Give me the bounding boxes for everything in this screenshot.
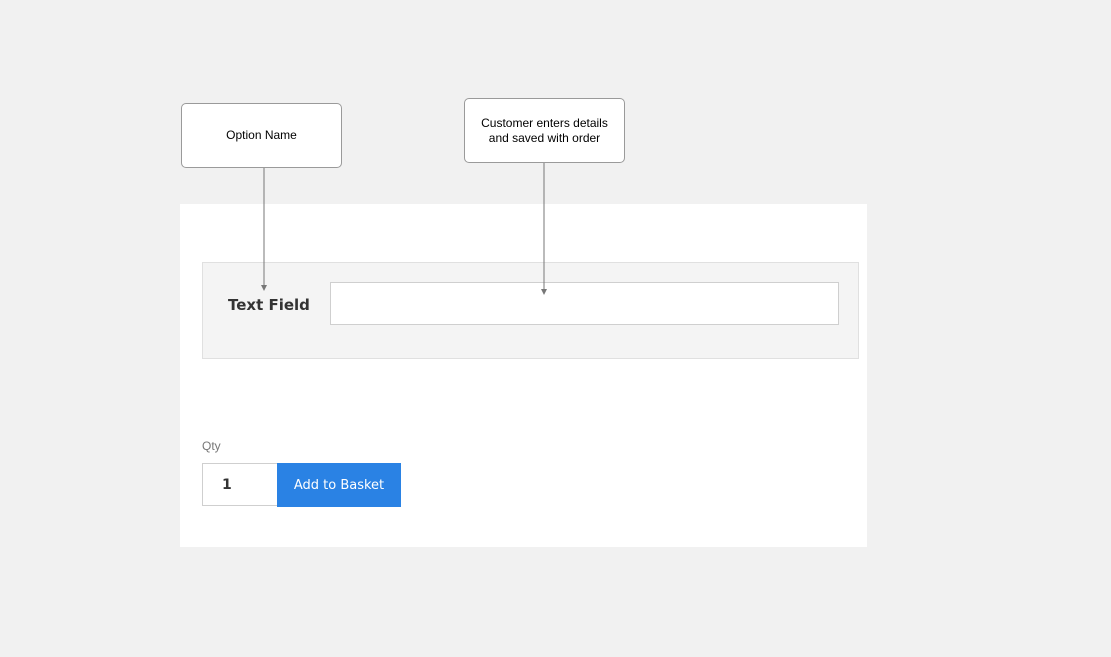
option-name-callout-text: Option Name	[226, 128, 297, 142]
customer-details-callout: Customer enters details and saved with o…	[464, 98, 625, 163]
qty-input[interactable]	[202, 463, 277, 506]
add-to-basket-button[interactable]: Add to Basket	[277, 463, 401, 507]
text-field-input[interactable]	[330, 282, 839, 325]
product-options-panel: Text Field Qty Add to Basket	[180, 204, 867, 547]
option-name-callout: Option Name	[181, 103, 342, 168]
text-field-label: Text Field	[228, 296, 310, 314]
customer-details-callout-text: Customer enters details and saved with o…	[481, 115, 608, 145]
text-field-option: Text Field	[202, 262, 859, 359]
qty-label: Qty	[202, 439, 221, 453]
